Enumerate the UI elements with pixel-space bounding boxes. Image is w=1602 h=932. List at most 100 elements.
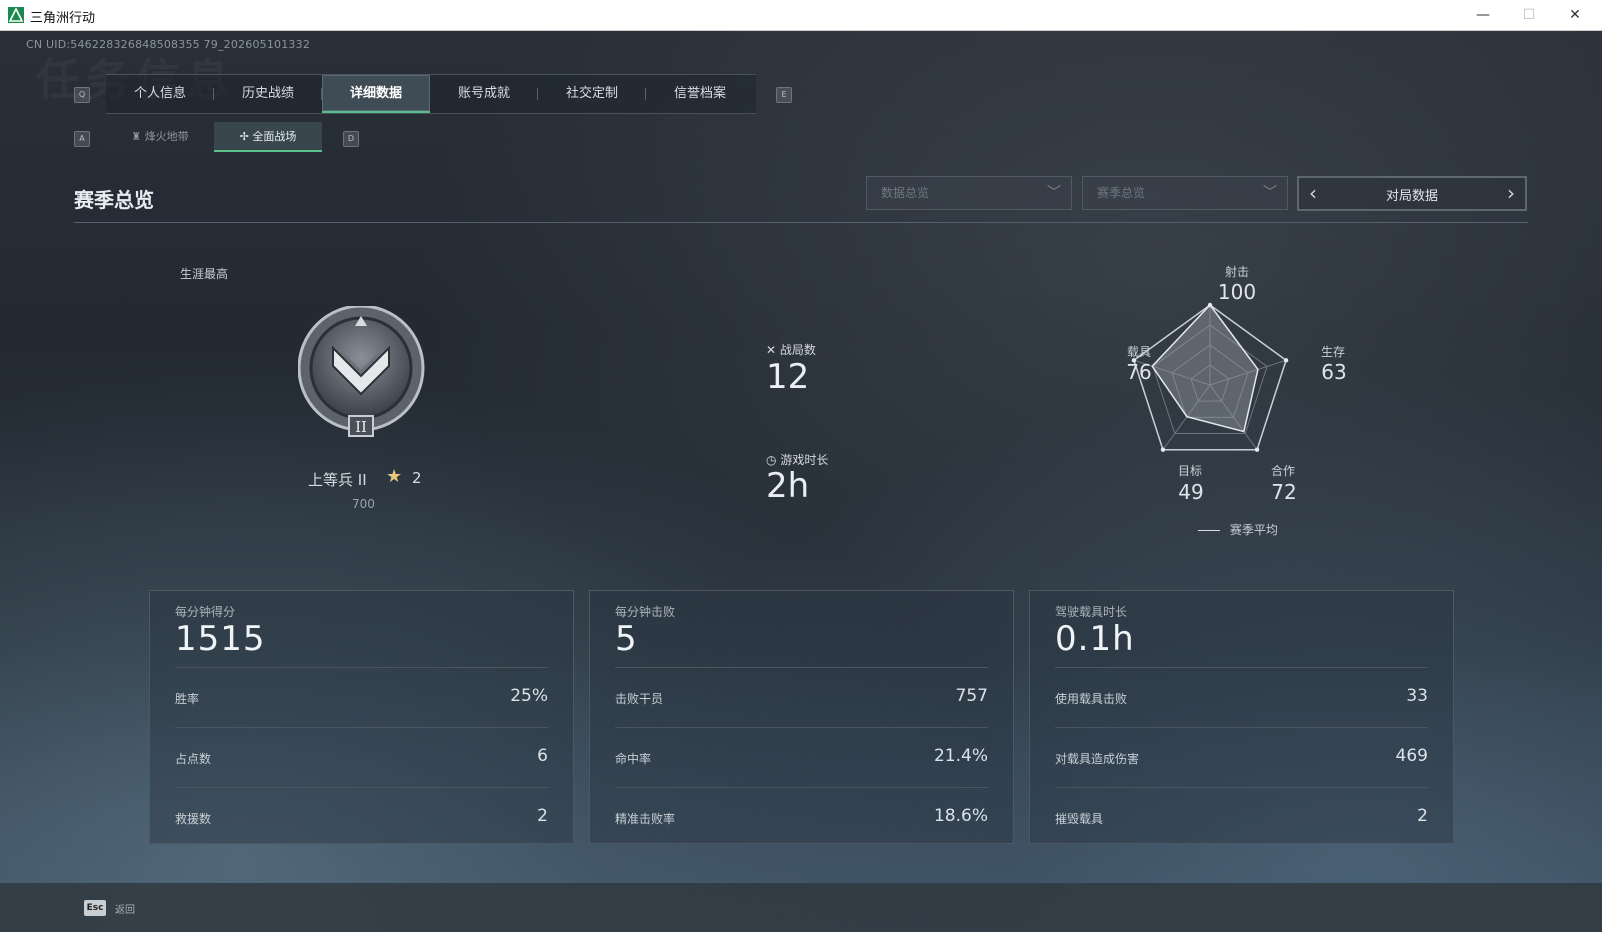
section-divider (74, 222, 1528, 223)
maximize-button[interactable]: ☐ (1506, 0, 1552, 30)
radar-vertex-dot (1254, 447, 1260, 452)
match-data-pager: ‹ 对局数据 › (1297, 176, 1527, 211)
section-title: 赛季总览 (74, 188, 154, 212)
stat-row: 对载具造成伤害 469 (1055, 727, 1428, 786)
esc-key-hint[interactable]: Esc (84, 900, 106, 916)
card-head-label: 每分钟击败 (615, 605, 676, 619)
stat-key: 救援数 (175, 812, 212, 826)
tab-label: 个人信息 (133, 86, 186, 101)
stat-row: 命中率 21.4% (615, 727, 988, 786)
stat-value: 2 (1417, 806, 1428, 826)
playtime-value: 2h (766, 466, 810, 506)
app-logo-icon (8, 7, 24, 23)
stat-key: 命中率 (615, 752, 652, 766)
season-overview-dropdown[interactable]: 赛季总览 ﹀ (1082, 176, 1288, 210)
matches-label-text: 战局数 (779, 343, 816, 357)
crosshair-icon: ✢ (239, 130, 249, 143)
stat-value: 6 (537, 746, 548, 766)
radar-value-shooting: 100 (1217, 280, 1257, 304)
stat-key: 击败干员 (615, 692, 664, 706)
radar-value-survival: 63 (1321, 360, 1347, 384)
tab-personal-info[interactable]: 个人信息 (106, 75, 214, 113)
tab-label: 社交定制 (565, 86, 618, 101)
star-icon: ★ (386, 466, 403, 487)
window-title-bar: 三角洲行动 — ☐ ✕ (0, 0, 1602, 31)
card-head-value: 5 (615, 619, 638, 659)
stat-key: 胜率 (175, 692, 200, 706)
stat-key: 使用载具击败 (1055, 692, 1128, 706)
main-tab-bar: 个人信息 历史战绩 详细数据 账号成就 社交定制 信誉档案 (106, 74, 756, 114)
stat-value: 21.4% (933, 746, 988, 766)
minimize-button[interactable]: — (1460, 0, 1506, 30)
chevron-right-icon[interactable]: › (1507, 181, 1515, 205)
chevron-down-icon: ﹀ (1263, 185, 1277, 201)
data-overview-dropdown[interactable]: 数据总览 ﹀ (866, 176, 1072, 210)
next-tab-key-hint[interactable]: E (776, 87, 792, 103)
tab-credit-profile[interactable]: 信誉档案 (646, 75, 754, 113)
mode-subtab-bar: ♜ 烽火地带 ✢ 全面战场 (106, 122, 322, 152)
career-best-label: 生涯最高 (180, 267, 229, 281)
matches-stat-label: ✕ 战局数 (766, 341, 816, 358)
radar-vertex-dot (1283, 358, 1289, 363)
chevron-down-icon: ﹀ (1047, 185, 1061, 201)
crossed-swords-icon: ✕ (766, 343, 777, 357)
stat-row: 使用载具击败 33 (1055, 667, 1428, 726)
player-uid: CN UID:546228326848508355 79_20260510133… (26, 38, 311, 51)
rank-name: 上等兵 II (308, 471, 367, 489)
tab-social-custom[interactable]: 社交定制 (538, 75, 646, 113)
tab-label: 账号成就 (457, 86, 510, 101)
rank-badge-icon: II (298, 306, 425, 437)
tab-achievements[interactable]: 账号成就 (430, 75, 538, 113)
prev-subtab-key-hint[interactable]: A (74, 131, 90, 147)
playtime-label-text: 游戏时长 (780, 453, 829, 467)
radar-value-vehicle: 76 (1126, 360, 1152, 384)
score-stats-card: 每分钟得分 1515 胜率 25% 占点数 6 救援数 2 (149, 590, 574, 844)
radar-vertex-dot (1160, 447, 1166, 452)
tower-icon: ♜ (131, 130, 142, 143)
tab-label: 详细数据 (349, 86, 402, 101)
stat-key: 占点数 (175, 752, 212, 766)
rank-star-count: 2 (412, 469, 422, 487)
card-head-value: 0.1h (1055, 619, 1135, 659)
stat-value: 18.6% (933, 806, 988, 826)
stat-value: 757 (955, 686, 988, 706)
kill-stats-card: 每分钟击败 5 击败干员 757 命中率 21.4% 精准击败率 18.6% (589, 590, 1014, 844)
tab-detailed-data[interactable]: 详细数据 (322, 75, 430, 113)
svg-text:II: II (355, 418, 367, 436)
bottom-action-bar (0, 883, 1602, 932)
stat-key: 摧毁载具 (1055, 812, 1104, 826)
stat-row: 精准击败率 18.6% (615, 787, 988, 846)
clock-icon: ◷ (766, 453, 777, 467)
stat-value: 25% (510, 686, 548, 706)
stat-value: 2 (537, 806, 548, 826)
radar-value-cooperation: 72 (1271, 480, 1297, 504)
prev-tab-key-hint[interactable]: Q (74, 87, 90, 103)
radar-label-vehicle: 载具 (1126, 345, 1151, 359)
matches-value: 12 (766, 357, 810, 397)
tab-match-history[interactable]: 历史战绩 (214, 75, 322, 113)
back-label[interactable]: 返回 (115, 901, 135, 916)
radar-legend: 赛季平均 (1198, 521, 1278, 538)
stat-row: 占点数 6 (175, 727, 548, 786)
stat-value: 469 (1395, 746, 1428, 766)
card-head-value: 1515 (175, 619, 266, 659)
vehicle-stats-card: 驾驶载具时长 0.1h 使用载具击败 33 对载具造成伤害 469 摧毁载具 2 (1029, 590, 1454, 844)
window-title: 三角洲行动 (30, 11, 96, 26)
radar-value-objective: 49 (1178, 480, 1204, 504)
stat-key: 精准击败率 (615, 812, 676, 826)
subtab-full-battlefield[interactable]: ✢ 全面战场 (214, 122, 322, 152)
next-subtab-key-hint[interactable]: D (343, 131, 359, 147)
pager-label: 对局数据 (1385, 189, 1438, 204)
tab-label: 历史战绩 (241, 86, 294, 101)
card-head-label: 每分钟得分 (175, 605, 236, 619)
legend-label: 赛季平均 (1229, 523, 1278, 537)
subtab-label: 烽火地带 (144, 130, 189, 143)
dropdown-value: 数据总览 (881, 186, 930, 200)
rank-points: 700 (352, 497, 375, 511)
subtab-hazard-zone[interactable]: ♜ 烽火地带 (106, 122, 214, 152)
close-button[interactable]: ✕ (1552, 0, 1598, 30)
stat-key: 对载具造成伤害 (1055, 752, 1140, 766)
stat-value: 33 (1406, 686, 1428, 706)
dropdown-value: 赛季总览 (1097, 186, 1146, 200)
stat-row: 击败干员 757 (615, 667, 988, 726)
